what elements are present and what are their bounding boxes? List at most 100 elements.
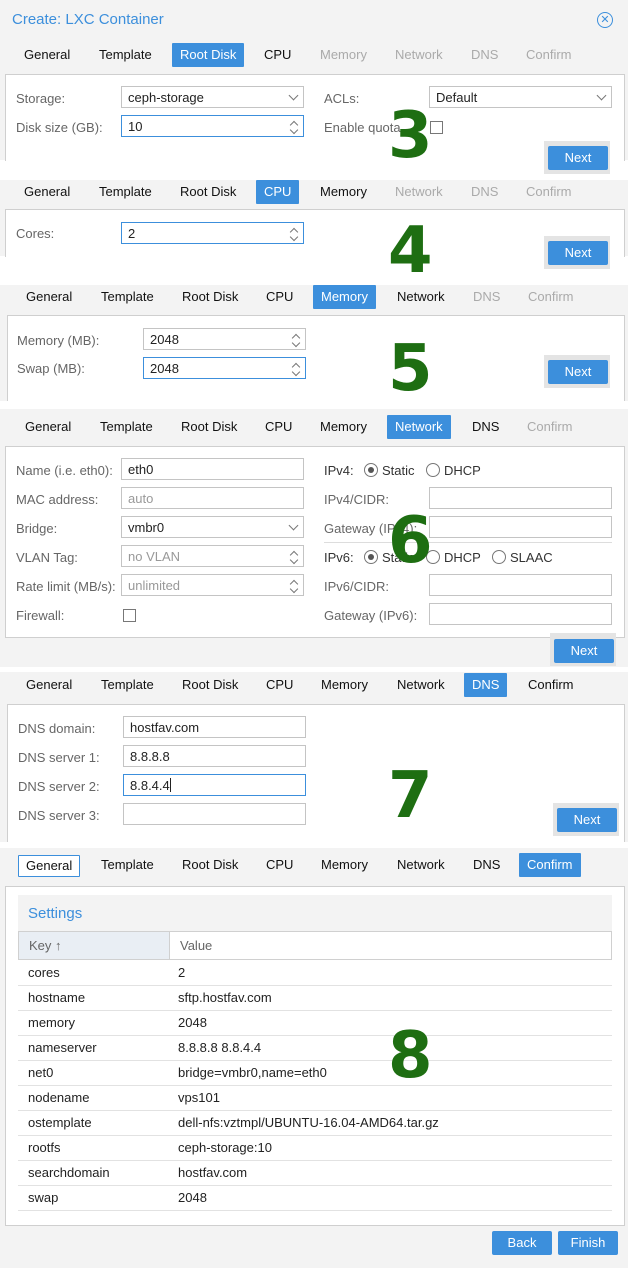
back-button[interactable]: Back	[492, 1231, 552, 1255]
tab-general[interactable]: General	[17, 415, 79, 439]
next-button[interactable]: Next	[548, 241, 608, 265]
next-button[interactable]: Next	[557, 808, 617, 832]
dns-server2-input[interactable]: 8.8.4.4	[123, 774, 306, 796]
spinner-arrows-icon[interactable]	[291, 331, 301, 349]
tab-cpu[interactable]: CPU	[256, 180, 300, 204]
row-key: net0	[28, 1065, 54, 1080]
row-value: 2	[178, 965, 186, 980]
row-key: searchdomain	[28, 1165, 110, 1180]
memory-label: Memory (MB):	[17, 333, 100, 348]
dns-server1-input[interactable]: 8.8.8.8	[123, 745, 306, 767]
dns-server3-label: DNS server 3:	[18, 808, 100, 823]
ipv6-slaac-radio[interactable]	[492, 550, 506, 564]
table-row[interactable]: hostname sftp.hostfav.com	[18, 985, 612, 1011]
ipv4-static-label: Static	[382, 463, 415, 478]
storage-select[interactable]: ceph-storage	[121, 86, 304, 108]
vlan-spinner[interactable]: no VLAN	[121, 545, 304, 567]
ipv6-static-radio[interactable]	[364, 550, 378, 564]
table-row[interactable]: net0 bridge=vmbr0,name=eth0	[18, 1060, 612, 1086]
table-row[interactable]: ostemplate dell-nfs:vztmpl/UBUNTU-16.04-A…	[18, 1110, 612, 1136]
tab-confirm[interactable]: Confirm	[520, 673, 582, 697]
next-button[interactable]: Next	[554, 639, 614, 663]
rate-limit-spinner[interactable]: unlimited	[121, 574, 304, 596]
table-row[interactable]: nameserver 8.8.8.8 8.8.4.4	[18, 1035, 612, 1061]
tab-memory[interactable]: Memory	[312, 180, 375, 204]
table-row[interactable]: nodename vps101	[18, 1085, 612, 1111]
tab-cpu[interactable]: CPU	[256, 43, 299, 67]
next-button[interactable]: Next	[548, 146, 608, 170]
mac-input[interactable]: auto	[121, 487, 304, 509]
table-row[interactable]: swap 2048	[18, 1185, 612, 1211]
tab-general[interactable]: General	[18, 285, 80, 309]
swap-spinner[interactable]: 2048	[143, 357, 306, 379]
bridge-select[interactable]: vmbr0	[121, 516, 304, 538]
table-row[interactable]: rootfs ceph-storage:10	[18, 1135, 612, 1161]
tab-root-disk[interactable]: Root Disk	[174, 853, 246, 877]
tab-template[interactable]: Template	[93, 853, 162, 877]
finish-button[interactable]: Finish	[558, 1231, 618, 1255]
spinner-arrows-icon[interactable]	[289, 548, 299, 566]
tab-dns[interactable]: DNS	[464, 415, 507, 439]
tab-cpu[interactable]: CPU	[258, 673, 301, 697]
tab-general[interactable]: General	[18, 855, 81, 877]
tab-network[interactable]: Network	[387, 415, 451, 439]
ipv4-cidr-input[interactable]	[429, 487, 612, 509]
spinner-arrows-icon[interactable]	[289, 225, 299, 243]
tab-memory[interactable]: Memory	[313, 285, 376, 309]
memory-spinner[interactable]: 2048	[143, 328, 306, 350]
dns-server3-input[interactable]	[123, 803, 306, 825]
close-icon[interactable]: ✕	[597, 12, 613, 28]
tab-memory[interactable]: Memory	[313, 853, 376, 877]
ipv6-cidr-input[interactable]	[429, 574, 612, 596]
network-panel: General Template Root Disk CPU Memory Ne…	[0, 409, 628, 667]
tab-template[interactable]: Template	[91, 43, 160, 67]
tab-cpu[interactable]: CPU	[258, 285, 301, 309]
gateway-ipv6-input[interactable]	[429, 603, 612, 625]
tab-confirm[interactable]: Confirm	[519, 853, 581, 877]
tab-template[interactable]: Template	[92, 415, 161, 439]
firewall-checkbox[interactable]	[123, 609, 136, 622]
tab-root-disk[interactable]: Root Disk	[173, 415, 245, 439]
tab-network[interactable]: Network	[389, 853, 453, 877]
spinner-arrows-icon[interactable]	[291, 360, 301, 378]
swap-label: Swap (MB):	[17, 361, 85, 376]
tab-dns[interactable]: DNS	[465, 853, 508, 877]
tab-cpu[interactable]: CPU	[258, 853, 301, 877]
tab-memory[interactable]: Memory	[312, 415, 375, 439]
table-row[interactable]: searchdomain hostfav.com	[18, 1160, 612, 1186]
tab-root-disk[interactable]: Root Disk	[172, 43, 245, 67]
table-row[interactable]: cores 2	[18, 960, 612, 986]
tab-dns[interactable]: DNS	[464, 673, 508, 697]
ipv4-static-radio[interactable]	[364, 463, 378, 477]
tab-root-disk[interactable]: Root Disk	[174, 673, 246, 697]
column-header-value[interactable]: Value	[170, 932, 610, 959]
row-key: nodename	[28, 1090, 90, 1105]
tab-network[interactable]: Network	[389, 285, 453, 309]
tab-root-disk[interactable]: Root Disk	[172, 180, 244, 204]
tab-template[interactable]: Template	[93, 673, 162, 697]
table-row[interactable]: memory 2048	[18, 1010, 612, 1036]
tab-cpu[interactable]: CPU	[257, 415, 300, 439]
cores-spinner[interactable]: 2	[121, 222, 304, 244]
row-key: memory	[28, 1015, 75, 1030]
tab-network[interactable]: Network	[389, 673, 453, 697]
next-button[interactable]: Next	[548, 360, 608, 384]
tab-memory[interactable]: Memory	[313, 673, 376, 697]
tab-dns: DNS	[471, 184, 499, 199]
spinner-arrows-icon[interactable]	[289, 118, 299, 136]
gateway-ipv4-input[interactable]	[429, 516, 612, 538]
tab-confirm: Confirm	[526, 47, 572, 62]
column-header-key[interactable]: Key ↑	[19, 932, 170, 959]
tab-general[interactable]: General	[16, 180, 78, 204]
spinner-arrows-icon[interactable]	[289, 577, 299, 595]
tab-template[interactable]: Template	[93, 285, 162, 309]
tab-general[interactable]: General	[18, 673, 80, 697]
disk-size-spinner[interactable]: 10	[121, 115, 304, 137]
tab-general[interactable]: General	[16, 43, 78, 67]
dns-domain-input[interactable]: hostfav.com	[123, 716, 306, 738]
name-input[interactable]: eth0	[121, 458, 304, 480]
tab-root-disk[interactable]: Root Disk	[174, 285, 246, 309]
ipv4-dhcp-radio[interactable]	[426, 463, 440, 477]
acls-select[interactable]: Default	[429, 86, 612, 108]
tab-template[interactable]: Template	[91, 180, 160, 204]
